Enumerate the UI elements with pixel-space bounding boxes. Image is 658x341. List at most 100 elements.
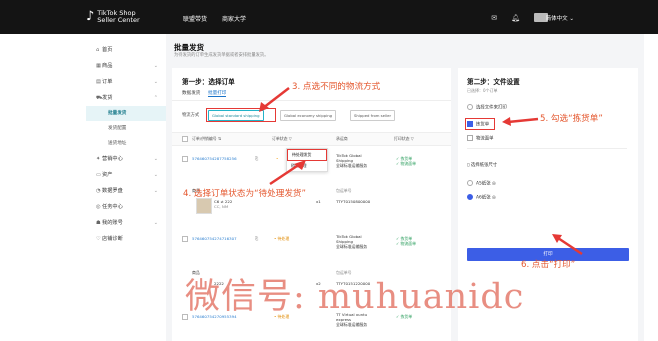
mail-icon[interactable]: ✉ [491,14,497,22]
checkbox-icon [467,135,473,141]
sidebar-item-home[interactable]: ⌂ 首页 [86,42,166,58]
print-status: ✓ 物流面单 [396,161,417,166]
carrier-line: 全球标准运输服务 [336,322,368,327]
order-number[interactable]: 576460754287758256 [192,156,237,161]
tab-data-ship[interactable]: 数据发货 [182,90,200,96]
carrier-cell: TikTok Global Shipping 全球标准运输服务 [336,153,367,168]
size-option-a5[interactable]: A5纸张 ◎ [467,180,496,187]
top-icons: ✉ 🔔︎ [491,13,548,22]
sidebar-item-health[interactable]: ♡店铺诊断 [86,231,166,247]
top-bar: ♪ TikTok Shop Seller Center 联盟带货 商家大学 ✉ 🔔… [0,0,658,34]
header-print-status[interactable]: 打印状态 ▽ [394,136,414,142]
select-all-checkbox[interactable] [182,136,188,142]
sidebar-item-orders[interactable]: ▤订单 ⌄ [86,74,166,90]
arrow-step4 [269,160,306,186]
order-number[interactable]: 576460754274716307 [192,236,237,241]
annotation-step6: 6. 点击“打印” [521,260,576,270]
annotation-step3: 3. 点选不同的物流方式 [292,82,381,92]
sidebar-sub-address[interactable]: 送货地址 [86,136,166,151]
arrow-step3 [259,87,290,112]
sidebar-item-account[interactable]: ☗我的账号 ⌄ [86,215,166,231]
doc-radio-icon [467,104,473,110]
selected-count: 已选择：0个订单 [467,88,498,93]
sidebar-label: 商品 [102,63,113,69]
chevron-down-icon: ⌄ [153,188,158,194]
logistics-option-seller[interactable]: Shipped from seller [350,110,396,121]
header-status[interactable]: 订单状态 ▽ [272,136,292,142]
quantity: x1 [316,199,321,204]
sidebar-sub-ship-config[interactable]: 发货配置 [86,121,166,136]
chevron-up-icon: ⌃ [153,95,158,101]
doc-label: 选择文件来打印 [467,104,507,111]
sidebar-item-marketing[interactable]: ✦ 营销中心 ⌄ [86,151,166,167]
option-label: 物流面单 [476,136,494,142]
sidebar-label: 订单 [102,79,113,85]
language-switch[interactable]: 简体中文 ⌄ [546,14,574,22]
sidebar-item-shipping[interactable]: ⛟发货 ⌃ [86,90,166,106]
product-spec: CC, NM [214,204,229,209]
highlight-box-picklist [465,118,495,130]
bell-icon[interactable]: 🔔︎ [511,14,520,22]
sidebar-label: 任务中心 [102,204,123,210]
doc-label-text: 选择文件来打印 [476,105,507,111]
divider [467,148,627,149]
sidebar-label: 店铺诊断 [102,236,123,242]
carrier-line: 全球标准运输服务 [336,244,368,249]
radio-selected-icon [467,194,473,200]
option-label: A6纸张 ◎ [476,195,496,201]
option-label: A5纸张 ◎ [476,181,496,187]
row-checkbox[interactable] [182,236,188,242]
chevron-down-icon: ⌄ [153,63,158,69]
doc-option-label[interactable]: 物流面单 [467,135,494,142]
chevron-down-icon: ⌄ [153,156,158,162]
logo-sub: Seller Center [97,16,140,24]
header-carrier: 承运商 [336,136,348,141]
print-status: ✓ 物流面单 [396,241,417,246]
print-status-cell: ✓ 拣货单 ✓ 物流面单 [396,236,416,246]
carrier-line: 全球标准运输服务 [336,163,368,168]
sidebar-label: 数据罗盘 [102,188,123,194]
sidebar-item-data[interactable]: ◔数据罗盘 ⌄ [86,183,166,199]
step1-title: 第一步：选择订单 [182,78,235,86]
divider [172,100,451,101]
tracking-number: TTYT0150800000 [336,199,371,204]
logistics-label: 物流方式 [182,113,200,118]
tab-batch-print[interactable]: 批量打印 [208,90,227,97]
nav-affiliate[interactable]: 联盟带货 [183,14,207,23]
sidebar-label: 资产 [102,172,113,178]
product-info: C6 ≠ 222 CC, NM [214,199,232,209]
radio-icon [467,180,473,186]
language-label: 简体中文 [545,16,568,22]
table-header: 订单/供销编号 ⇅ 订单状态 ▽ 承运商 打印状态 ▽ [172,132,451,146]
nav-university[interactable]: 商家大学 [222,14,246,23]
size-option-a6[interactable]: A6纸张 ◎ [467,194,496,201]
tiktok-shop-logo[interactable]: ♪ TikTok Shop Seller Center [86,10,140,24]
sidebar-item-tasks[interactable]: ◎任务中心 [86,199,166,215]
chevron-down-icon: ⌄ [153,220,158,226]
chevron-down-icon: ⌄ [153,172,158,178]
arrow-step5 [502,117,539,126]
print-status-cell: ✓ 拣货单 ✓ 物流面单 [396,156,416,166]
sidebar-item-finance[interactable]: ▭资产 ⌄ [86,167,166,183]
product-thumbnail [196,198,212,214]
page-subtitle: 为待发货的订单生成发货单据或者安排批量发货。 [174,53,269,58]
sidebar-sub-bulk-ship[interactable]: 批量发货 [86,106,166,121]
watermark-text: 微信号: muhuanidc [185,277,525,317]
chevron-down-icon: ⌄ [153,79,158,85]
tiktok-logo-icon: ♪ [86,9,95,24]
copy-icon[interactable]: ⎘ [255,156,258,161]
size-label-text: 选择纸张尺寸 [470,163,498,168]
step2-title: 第二步：文件设置 [467,78,520,86]
sidebar-label: 首页 [102,47,113,53]
tracking-label: 包运单号 [336,188,352,193]
arrow-step6 [552,234,583,256]
sidebar-item-products[interactable]: ▦商品 ⌄ [86,58,166,74]
header-order-no[interactable]: 订单/供销编号 ⇅ [192,136,221,142]
size-label: ▯ 选择纸张尺寸 [467,162,497,168]
copy-icon[interactable]: ⎘ [255,236,258,241]
row-checkbox[interactable] [182,156,188,162]
sidebar-label: 发货 [102,95,113,101]
carrier-cell: TikTok Global Shipping 全球标准运输服务 [336,234,367,249]
sidebar: ⌂ 首页 ▦商品 ⌄ ▤订单 ⌄ ⛟发货 ⌃ 批量发货 发货配置 送货地址 ✦ 营销中心 ⌄… [86,34,167,341]
order-status: • 待处理 [274,236,290,241]
